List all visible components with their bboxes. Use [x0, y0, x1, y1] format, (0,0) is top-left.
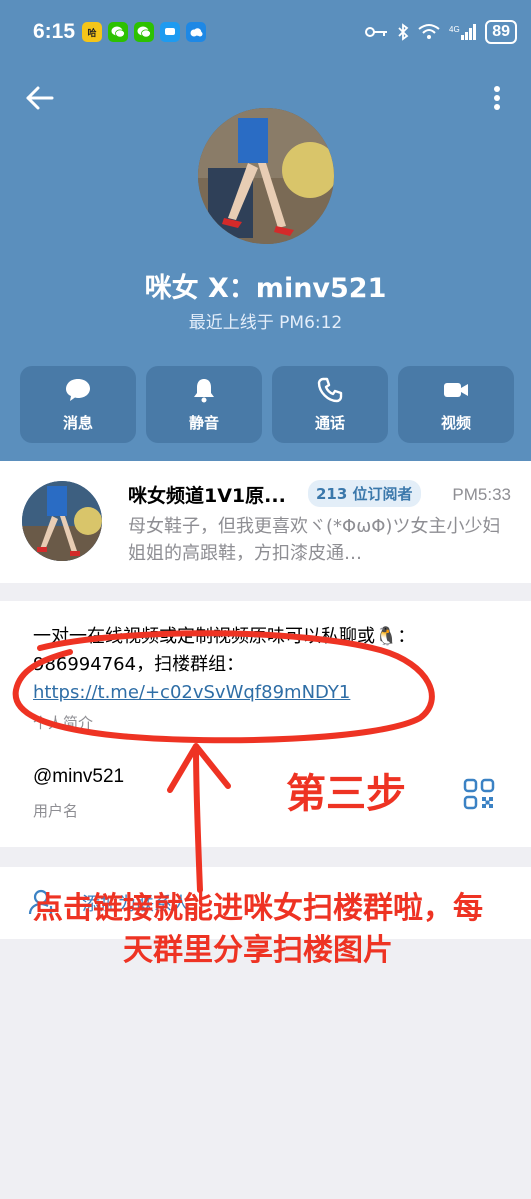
username-value[interactable]: @minv521: [33, 766, 124, 788]
bio-caption: 个人简介: [33, 714, 94, 732]
invite-link[interactable]: https://t.me/+c02vSvWqf89mNDY1: [33, 682, 350, 703]
personal-channel-card[interactable]: 咪女频道1V1原... 213 位订阅者 PM5:33 母女鞋子，但我更喜欢ヾ(…: [0, 461, 531, 583]
more-vertical-icon: [494, 86, 500, 110]
more-options-button[interactable]: [482, 80, 512, 116]
call-button[interactable]: 通话: [272, 366, 388, 443]
message-icon: [160, 22, 180, 42]
profile-header: 6:15 哈 4G 89 咪女 X：minv521 最近上线于 PM6:12 消…: [0, 0, 531, 461]
signal-icon: 4G: [449, 24, 477, 40]
status-app-icons: 哈: [82, 22, 206, 42]
weather-icon: [186, 22, 206, 42]
channel-avatar-photo: [22, 481, 102, 561]
bio-text: 一对一在线视频或定制视频原味可以私聊或🐧：986994764，扫楼群组：: [33, 626, 416, 675]
wechat-icon: [108, 22, 128, 42]
bell-icon: [194, 379, 214, 403]
key-icon: [365, 27, 388, 37]
video-button[interactable]: 视频: [398, 366, 514, 443]
channel-post-time: PM5:33: [452, 485, 511, 504]
video-icon: [444, 383, 468, 397]
call-label: 通话: [314, 414, 345, 432]
action-bar: 消息 静音 通话 视频: [20, 366, 514, 443]
status-right: 4G 89: [365, 20, 517, 44]
last-seen-status: 最近上线于 PM6:12: [188, 313, 343, 333]
status-time: 6:15: [33, 20, 76, 43]
status-bar: 6:15 哈 4G 89: [0, 0, 531, 64]
wifi-icon: [418, 24, 440, 39]
bluetooth-icon: [398, 23, 409, 41]
app-notification-icon: 哈: [82, 22, 102, 42]
arrow-left-icon: [26, 86, 54, 110]
qr-code-button[interactable]: [463, 778, 495, 810]
username-caption: 用户名: [33, 802, 79, 820]
add-contact-row[interactable]: 添加为联系人: [0, 867, 531, 939]
channel-avatar: [22, 481, 102, 561]
back-button[interactable]: [22, 80, 58, 116]
qr-code-icon: [463, 778, 495, 810]
battery-indicator: 89: [485, 20, 517, 44]
profile-name: 咪女 X：minv521: [144, 273, 387, 304]
profile-info-card: 一对一在线视频或定制视频原味可以私聊或🐧：986994764，扫楼群组： htt…: [0, 601, 531, 847]
message-button[interactable]: 消息: [20, 366, 136, 443]
message-icon: [66, 379, 90, 401]
phone-icon: [317, 377, 343, 403]
add-contact-label: 添加为联系人: [82, 894, 190, 915]
profile-avatar[interactable]: [198, 108, 334, 244]
wechat-icon: [134, 22, 154, 42]
channel-preview: 母女鞋子，但我更喜欢ヾ(*ΦωΦ)ツ女主小少妇姐姐的高跟鞋，方扣漆皮通…: [128, 516, 501, 564]
channel-title: 咪女频道1V1原...: [128, 485, 286, 507]
subscriber-count-badge: 213 位订阅者: [308, 480, 421, 507]
avatar-photo: [198, 108, 334, 244]
bio-section: 一对一在线视频或定制视频原味可以私聊或🐧：986994764，扫楼群组： htt…: [33, 623, 513, 707]
video-label: 视频: [440, 414, 471, 432]
svg-text:4G: 4G: [449, 25, 460, 34]
add-user-icon: [28, 889, 56, 916]
mute-button[interactable]: 静音: [146, 366, 262, 443]
message-label: 消息: [62, 414, 93, 432]
mute-label: 静音: [188, 414, 219, 432]
